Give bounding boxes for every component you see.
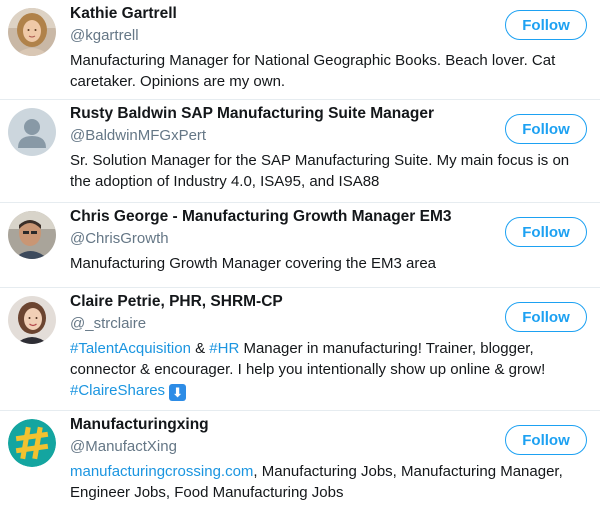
user-list: Kathie Gartrell @kgartrell Manufacturing… bbox=[0, 0, 600, 511]
user-handle[interactable]: @ManufactXing bbox=[70, 438, 177, 455]
website-link[interactable]: manufacturingcrossing.com bbox=[70, 463, 253, 480]
user-name[interactable]: Rusty Baldwin SAP Manufacturing Suite Ma… bbox=[70, 105, 434, 123]
down-arrow-icon: ⬇ bbox=[169, 384, 187, 401]
user-name[interactable]: Manufacturingxing bbox=[70, 416, 209, 434]
list-item[interactable]: Manufacturingxing @ManufactXing manufact… bbox=[0, 411, 600, 511]
avatar[interactable] bbox=[8, 211, 56, 259]
list-item[interactable]: Chris George - Manufacturing Growth Mana… bbox=[0, 203, 600, 288]
avatar[interactable] bbox=[8, 419, 56, 467]
user-bio: Sr. Solution Manager for the SAP Manufac… bbox=[70, 152, 570, 190]
user-bio: #TalentAcquisition & #HR Manager in manu… bbox=[70, 338, 582, 401]
follow-button[interactable]: Follow bbox=[505, 10, 587, 40]
user-bio: manufacturingcrossing.com, Manufacturing… bbox=[70, 461, 582, 503]
user-bio: Manufacturing Growth Manager covering th… bbox=[70, 255, 437, 272]
follow-button[interactable]: Follow bbox=[505, 425, 587, 455]
hashtag-link[interactable]: #TalentAcquisition bbox=[70, 340, 191, 357]
follow-button[interactable]: Follow bbox=[505, 302, 587, 332]
follow-button[interactable]: Follow bbox=[505, 114, 587, 144]
user-handle[interactable]: @_strclaire bbox=[70, 315, 146, 332]
default-avatar-icon[interactable] bbox=[8, 108, 56, 156]
user-name[interactable]: Kathie Gartrell bbox=[70, 5, 177, 23]
user-handle[interactable]: @kgartrell bbox=[70, 27, 139, 44]
user-bio: Manufacturing Manager for National Geogr… bbox=[70, 52, 556, 90]
list-item[interactable]: Kathie Gartrell @kgartrell Manufacturing… bbox=[0, 0, 600, 100]
user-handle[interactable]: @BaldwinMFGxPert bbox=[70, 127, 206, 144]
user-name[interactable]: Chris George - Manufacturing Growth Mana… bbox=[70, 208, 452, 226]
list-item[interactable]: Claire Petrie, PHR, SHRM-CP @_strclaire … bbox=[0, 288, 600, 411]
avatar[interactable] bbox=[8, 8, 56, 56]
hashtag-link[interactable]: #HR bbox=[209, 340, 239, 357]
hashtag-link[interactable]: #ClaireShares bbox=[70, 382, 165, 399]
bio-text: & bbox=[190, 340, 210, 357]
user-name[interactable]: Claire Petrie, PHR, SHRM-CP bbox=[70, 293, 283, 311]
avatar[interactable] bbox=[8, 296, 56, 344]
user-handle[interactable]: @ChrisGrowth bbox=[70, 230, 169, 247]
list-item[interactable]: Rusty Baldwin SAP Manufacturing Suite Ma… bbox=[0, 100, 600, 203]
follow-button[interactable]: Follow bbox=[505, 217, 587, 247]
